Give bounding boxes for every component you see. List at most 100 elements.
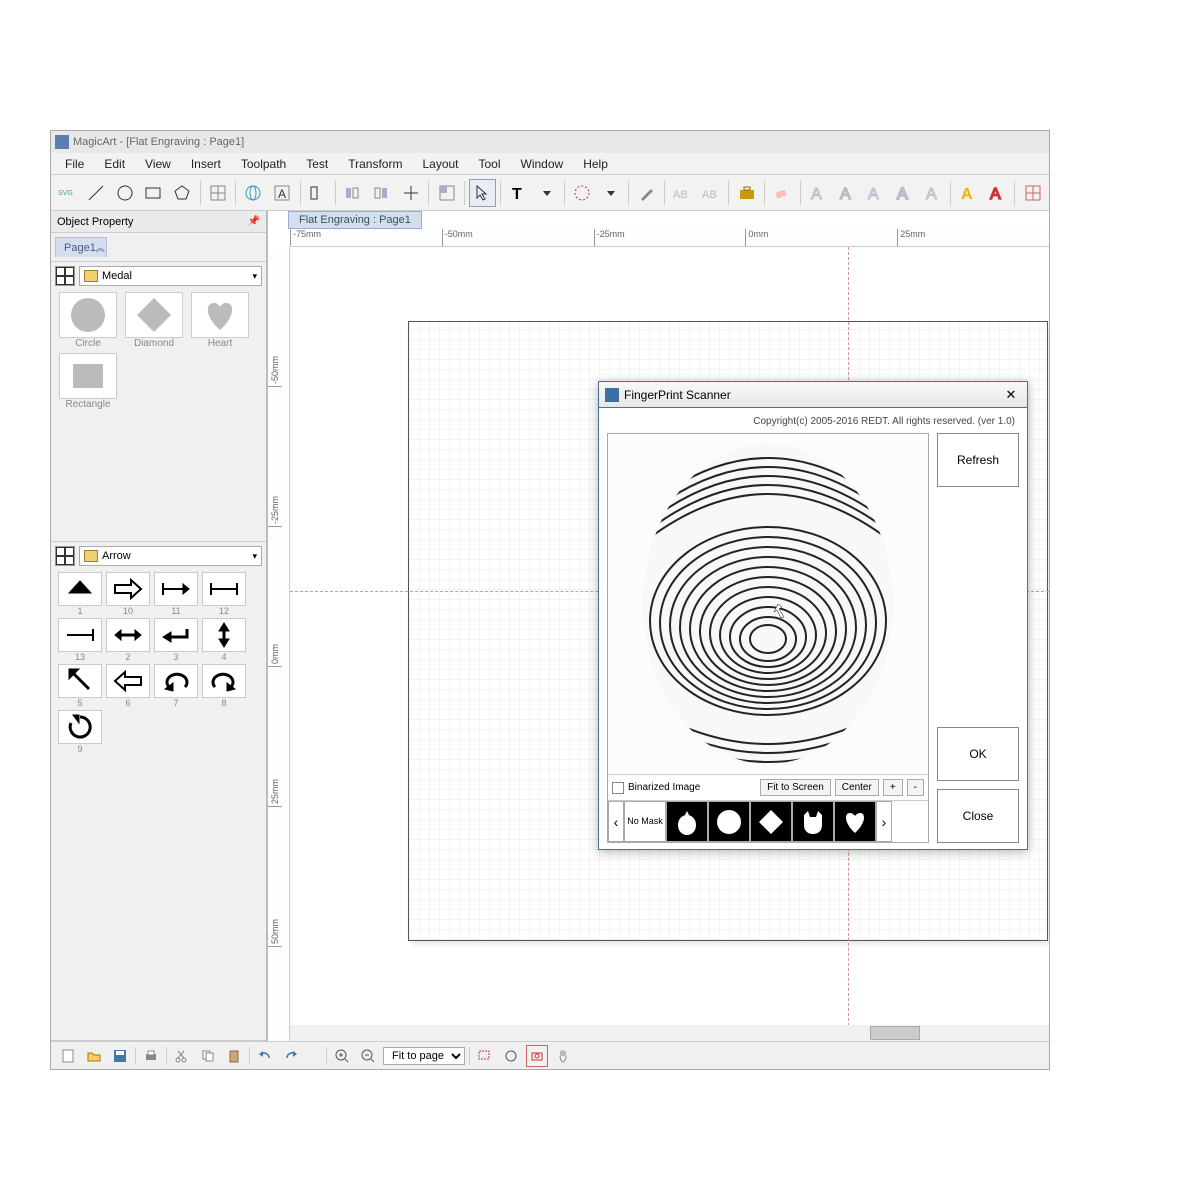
dialog-titlebar[interactable]: FingerPrint Scanner ✕ xyxy=(599,382,1027,408)
group-left-button[interactable] xyxy=(340,179,367,207)
mask-next-button[interactable]: › xyxy=(876,801,892,842)
text-style-button[interactable]: AB xyxy=(669,179,696,207)
arrow-9[interactable]: 9 xyxy=(57,710,103,754)
line-tool-button[interactable] xyxy=(83,179,110,207)
menu-layout[interactable]: Layout xyxy=(412,155,468,173)
svg-import-button[interactable]: SVG xyxy=(54,179,81,207)
zoom-selection-icon[interactable] xyxy=(474,1045,496,1067)
menu-test[interactable]: Test xyxy=(296,155,338,173)
zoom-in-status-icon[interactable] xyxy=(331,1045,353,1067)
scrollbar-horizontal[interactable] xyxy=(290,1025,1049,1041)
zoom-select[interactable]: Fit to page xyxy=(383,1047,465,1065)
grid-config-button[interactable] xyxy=(433,179,460,207)
font-warn-button[interactable]: A xyxy=(955,179,982,207)
globe-tool-button[interactable] xyxy=(240,179,267,207)
menu-help[interactable]: Help xyxy=(573,155,618,173)
center-button[interactable]: Center xyxy=(835,779,879,796)
center-guides-button[interactable] xyxy=(1019,179,1046,207)
arrow-5[interactable]: 5 xyxy=(57,664,103,708)
pin-icon[interactable]: 📌 xyxy=(248,216,260,227)
zoom-all-icon[interactable] xyxy=(500,1045,522,1067)
shape-circle[interactable]: Circle xyxy=(57,292,119,349)
zoom-out-status-icon[interactable] xyxy=(357,1045,379,1067)
menu-view[interactable]: View xyxy=(135,155,181,173)
mask-diamond[interactable] xyxy=(750,801,792,842)
medal-dropdown[interactable]: Medal ▾ xyxy=(79,266,262,286)
arrow-11[interactable]: 11 xyxy=(153,572,199,616)
undo-icon[interactable] xyxy=(254,1045,276,1067)
print-icon[interactable] xyxy=(140,1045,162,1067)
view-grid-icon[interactable] xyxy=(55,266,75,286)
arrow-4[interactable]: 4 xyxy=(201,618,247,662)
grid-tool-button[interactable] xyxy=(204,179,231,207)
select-tool-button[interactable] xyxy=(469,179,496,207)
close-button[interactable]: Close xyxy=(937,789,1019,843)
refresh-button[interactable]: Refresh xyxy=(937,433,1019,487)
arrow-1[interactable]: 1 xyxy=(57,572,103,616)
eraser-button[interactable] xyxy=(769,179,796,207)
group-right-button[interactable] xyxy=(369,179,396,207)
move-tool-button[interactable] xyxy=(398,179,425,207)
arrow-8[interactable]: 8 xyxy=(201,664,247,708)
menu-toolpath[interactable]: Toolpath xyxy=(231,155,296,173)
font-red-button[interactable]: A xyxy=(984,179,1011,207)
ok-button[interactable]: OK xyxy=(937,727,1019,781)
arrow-3[interactable]: 3 xyxy=(153,618,199,662)
shape-diamond[interactable]: Diamond xyxy=(123,292,185,349)
open-file-icon[interactable] xyxy=(83,1045,105,1067)
menu-window[interactable]: Window xyxy=(511,155,574,173)
document-tab[interactable]: Flat Engraving : Page1 xyxy=(288,211,422,229)
redo-icon[interactable] xyxy=(280,1045,302,1067)
menu-transform[interactable]: Transform xyxy=(338,155,412,173)
shape-rectangle[interactable]: Rectangle xyxy=(57,353,119,410)
font-a5-button[interactable]: A xyxy=(919,179,946,207)
page-tab[interactable]: Page1 ︽ xyxy=(55,237,107,257)
polygon-tool-button[interactable] xyxy=(169,179,196,207)
mask-prev-button[interactable]: ‹ xyxy=(608,801,624,842)
circular-text-button[interactable] xyxy=(569,179,596,207)
cut-icon[interactable] xyxy=(171,1045,193,1067)
font-a1-button[interactable]: A xyxy=(805,179,832,207)
ellipse-tool-button[interactable] xyxy=(111,179,138,207)
text-dropdown-button[interactable] xyxy=(533,179,560,207)
mask-cat[interactable] xyxy=(792,801,834,842)
rect-tool-button[interactable] xyxy=(140,179,167,207)
arrow-13[interactable]: 13 xyxy=(57,618,103,662)
font-a3-button[interactable]: A xyxy=(862,179,889,207)
font-a4-button[interactable]: A xyxy=(891,179,918,207)
view-grid-icon[interactable] xyxy=(55,546,75,566)
text-tool-button[interactable]: T xyxy=(505,179,532,207)
arrow-10[interactable]: 10 xyxy=(105,572,151,616)
mask-heart[interactable] xyxy=(834,801,876,842)
mask-apple[interactable] xyxy=(666,801,708,842)
arrow-2[interactable]: 2 xyxy=(105,618,151,662)
menu-edit[interactable]: Edit xyxy=(94,155,135,173)
arrow-7[interactable]: 7 xyxy=(153,664,199,708)
pen-tool-button[interactable] xyxy=(633,179,660,207)
text-case-button[interactable]: AB xyxy=(698,179,725,207)
binarized-checkbox[interactable] xyxy=(612,782,624,794)
pan-icon[interactable] xyxy=(552,1045,574,1067)
new-file-icon[interactable] xyxy=(57,1045,79,1067)
fit-to-screen-button[interactable]: Fit to Screen xyxy=(760,779,831,796)
no-mask-button[interactable]: No Mask xyxy=(624,801,666,842)
menu-tool[interactable]: Tool xyxy=(469,155,511,173)
arrow-dropdown[interactable]: Arrow ▾ xyxy=(79,546,262,566)
font-a2-button[interactable]: A xyxy=(833,179,860,207)
save-file-icon[interactable] xyxy=(109,1045,131,1067)
copy-icon[interactable] xyxy=(197,1045,219,1067)
capture-icon[interactable] xyxy=(526,1045,548,1067)
mask-circle[interactable] xyxy=(708,801,750,842)
fingerprint-image[interactable] xyxy=(608,434,928,774)
arrow-12[interactable]: 12 xyxy=(201,572,247,616)
circular-dropdown-button[interactable] xyxy=(598,179,625,207)
menu-file[interactable]: File xyxy=(55,155,94,173)
menu-insert[interactable]: Insert xyxy=(181,155,231,173)
text-a-button[interactable]: A xyxy=(269,179,296,207)
align-left-button[interactable] xyxy=(304,179,331,207)
close-icon[interactable]: ✕ xyxy=(1001,386,1021,404)
shape-heart[interactable]: Heart xyxy=(189,292,251,349)
paste-icon[interactable] xyxy=(223,1045,245,1067)
zoom-out-button[interactable]: - xyxy=(907,779,924,796)
arrow-6[interactable]: 6 xyxy=(105,664,151,708)
